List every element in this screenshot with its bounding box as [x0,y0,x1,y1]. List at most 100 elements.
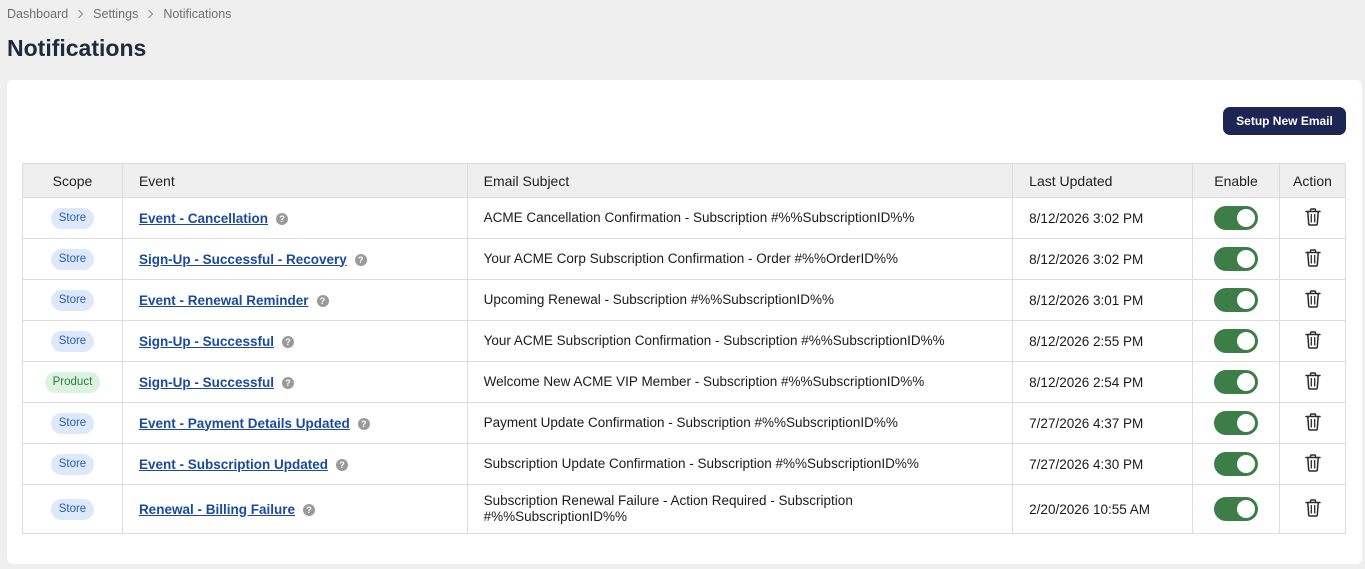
last-updated: 8/12/2026 3:02 PM [1012,238,1194,280]
breadcrumb-dashboard[interactable]: Dashboard [7,7,68,21]
question-circle-icon[interactable]: ? [275,212,288,225]
enable-toggle[interactable] [1214,288,1259,312]
table-row: Store Sign-Up - Successful? Your ACME Su… [22,320,1346,362]
last-updated: 8/12/2026 2:55 PM [1012,320,1194,362]
last-updated: 7/27/2026 4:30 PM [1012,443,1194,485]
trash-icon[interactable] [1304,207,1321,229]
event-link[interactable]: Event - Renewal Reminder [139,293,309,308]
scope-badge: Store [50,330,95,352]
column-header-action: Action [1279,163,1346,198]
action-cell [1279,402,1346,444]
enable-toggle[interactable] [1214,206,1259,230]
column-header-last-updated[interactable]: Last Updated [1012,163,1194,198]
enable-toggle[interactable] [1214,411,1259,435]
trash-icon[interactable] [1304,412,1321,434]
trash-icon[interactable] [1304,371,1321,393]
trash-icon[interactable] [1304,248,1321,270]
event-cell: Event - Subscription Updated? [121,443,468,485]
toggle-knob [1237,250,1256,268]
toggle-knob [1237,455,1256,473]
event-cell: Event - Renewal Reminder? [121,279,468,321]
last-updated: 2/20/2026 10:55 AM [1012,484,1194,534]
table-row: Store Event - Cancellation? ACME Cancell… [22,197,1346,239]
scope-cell: Store [22,197,123,239]
enable-cell [1192,320,1280,362]
breadcrumb: Dashboard Settings Notifications [7,7,231,21]
scope-badge: Store [50,207,95,229]
scope-badge: Product [44,371,101,393]
enable-cell [1192,484,1280,534]
event-link[interactable]: Event - Subscription Updated [139,457,328,472]
trash-icon[interactable] [1304,453,1321,475]
action-cell [1279,197,1346,239]
breadcrumb-current: Notifications [163,7,232,21]
event-link[interactable]: Sign-Up - Successful - Recovery [139,252,347,267]
event-link[interactable]: Sign-Up - Successful [139,375,274,390]
scope-cell: Product [22,361,123,403]
toggle-knob [1237,500,1256,518]
table-row: Store Event - Payment Details Updated? P… [22,402,1346,444]
column-header-subject[interactable]: Email Subject [466,163,1014,198]
scope-cell: Store [22,238,123,280]
event-cell: Renewal - Billing Failure? [121,484,468,534]
event-link[interactable]: Event - Payment Details Updated [139,416,350,431]
breadcrumb-settings[interactable]: Settings [93,7,138,21]
enable-toggle[interactable] [1214,452,1259,476]
setup-new-email-button[interactable]: Setup New Email [1223,107,1346,135]
table-row: Store Event - Subscription Updated? Subs… [22,443,1346,485]
event-link[interactable]: Event - Cancellation [139,211,268,226]
scope-badge: Store [50,453,95,475]
table-row: Store Sign-Up - Successful - Recovery? Y… [22,238,1346,280]
page-title: Notifications [7,35,147,61]
toggle-knob [1237,373,1256,391]
enable-cell [1192,279,1280,321]
email-subject: ACME Cancellation Confirmation - Subscri… [466,197,1014,239]
trash-icon[interactable] [1304,498,1321,520]
question-circle-icon[interactable]: ? [357,417,370,430]
email-subject: Subscription Update Confirmation - Subsc… [466,443,1014,485]
scope-cell: Store [22,279,123,321]
enable-toggle[interactable] [1214,497,1259,521]
enable-toggle[interactable] [1214,370,1259,394]
event-cell: Event - Cancellation? [121,197,468,239]
event-link[interactable]: Sign-Up - Successful [139,334,274,349]
column-header-enable[interactable]: Enable [1192,163,1280,198]
action-cell [1279,443,1346,485]
scope-badge: Store [50,498,95,520]
column-header-scope[interactable]: Scope [22,163,123,198]
event-cell: Sign-Up - Successful? [121,361,468,403]
enable-toggle[interactable] [1214,247,1259,271]
action-cell [1279,361,1346,403]
notifications-table: Scope Event Email Subject Last Updated E… [22,163,1346,534]
last-updated: 8/12/2026 3:02 PM [1012,197,1194,239]
trash-icon[interactable] [1304,289,1321,311]
question-circle-icon[interactable]: ? [354,253,367,266]
scope-badge: Store [50,289,95,311]
table-header-row: Scope Event Email Subject Last Updated E… [22,163,1346,198]
question-circle-icon[interactable]: ? [281,335,294,348]
question-circle-icon[interactable]: ? [302,503,315,516]
table-row: Store Event - Renewal Reminder? Upcoming… [22,279,1346,321]
question-circle-icon[interactable]: ? [281,376,294,389]
column-header-event[interactable]: Event [121,163,468,198]
scope-cell: Store [22,320,123,362]
enable-cell [1192,238,1280,280]
email-subject: Welcome New ACME VIP Member - Subscripti… [466,361,1014,403]
question-circle-icon[interactable]: ? [335,458,348,471]
question-circle-icon[interactable]: ? [316,294,329,307]
action-cell [1279,238,1346,280]
enable-cell [1192,361,1280,403]
event-cell: Sign-Up - Successful? [121,320,468,362]
enable-toggle[interactable] [1214,329,1259,353]
last-updated: 8/12/2026 3:01 PM [1012,279,1194,321]
event-cell: Event - Payment Details Updated? [121,402,468,444]
action-cell [1279,320,1346,362]
enable-cell [1192,402,1280,444]
email-subject: Your ACME Corp Subscription Confirmation… [466,238,1014,280]
email-subject: Subscription Renewal Failure - Action Re… [466,484,1014,534]
toggle-knob [1237,332,1256,350]
event-link[interactable]: Renewal - Billing Failure [139,502,295,517]
chevron-right-icon [145,9,154,19]
scope-badge: Store [50,412,95,434]
trash-icon[interactable] [1304,330,1321,352]
